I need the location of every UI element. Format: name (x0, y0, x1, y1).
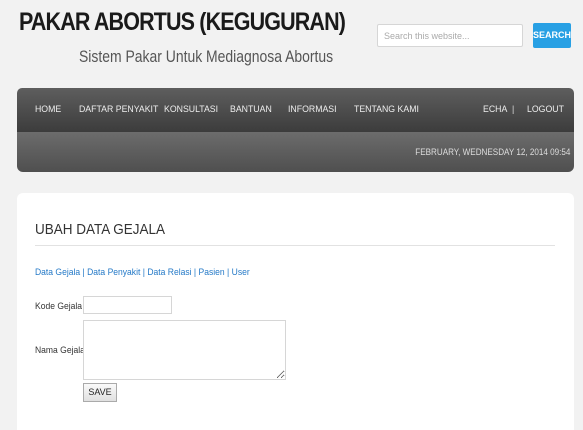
nama-gejala-field[interactable] (83, 320, 286, 380)
link-pasien[interactable]: Pasien (199, 267, 225, 278)
nama-gejala-label: Nama Gejala (35, 345, 85, 356)
link-user[interactable]: User (232, 267, 250, 278)
nav-separator: | (512, 104, 515, 115)
nav-item-informasi[interactable]: INFORMASI (288, 88, 337, 132)
kode-gejala-field[interactable] (83, 296, 172, 314)
search-button[interactable]: SEARCH (533, 23, 571, 48)
admin-links: Data Gejala | Data Penyakit | Data Relas… (35, 267, 250, 278)
site-title: PAKAR ABORTUS (KEGUGURAN) (19, 8, 346, 36)
link-separator: | (82, 267, 85, 278)
link-data-relasi[interactable]: Data Relasi (147, 267, 191, 278)
title-divider (35, 245, 555, 246)
link-data-penyakit[interactable]: Data Penyakit (87, 267, 140, 278)
nav-item-home[interactable]: HOME (35, 88, 61, 132)
date-bar: FEBRUARY, WEDNESDAY 12, 2014 09:54 (17, 132, 574, 172)
link-separator: | (193, 267, 197, 278)
search-input[interactable] (377, 24, 523, 47)
nav-item-daftar-penyakit[interactable]: DAFTAR PENYAKIT (79, 88, 158, 132)
link-data-gejala[interactable]: Data Gejala (35, 267, 80, 278)
main-navbar: HOME DAFTAR PENYAKIT KONSULTASI BANTUAN … (17, 88, 574, 132)
nav-item-bantuan[interactable]: BANTUAN (230, 88, 272, 132)
current-date: FEBRUARY, WEDNESDAY 12, 2014 09:54 (414, 147, 570, 157)
link-separator: | (142, 267, 145, 278)
kode-gejala-label: Kode Gejala (35, 301, 83, 312)
site-header: PAKAR ABORTUS (KEGUGURAN) Sistem Pakar U… (0, 0, 583, 80)
save-button[interactable]: SAVE (83, 383, 117, 402)
content-panel: UBAH DATA GEJALA Data Gejala | Data Peny… (17, 193, 574, 430)
site-subtitle: Sistem Pakar Untuk Mediagnosa Abortus (79, 47, 334, 66)
nav-item-tentang-kami[interactable]: TENTANG KAMI (354, 88, 419, 132)
link-separator: | (227, 267, 230, 278)
page-title: UBAH DATA GEJALA (35, 221, 166, 238)
nav-user-name[interactable]: ECHA (483, 88, 507, 132)
nav-item-konsultasi[interactable]: KONSULTASI (164, 88, 218, 132)
nav-item-logout[interactable]: LOGOUT (527, 88, 564, 132)
